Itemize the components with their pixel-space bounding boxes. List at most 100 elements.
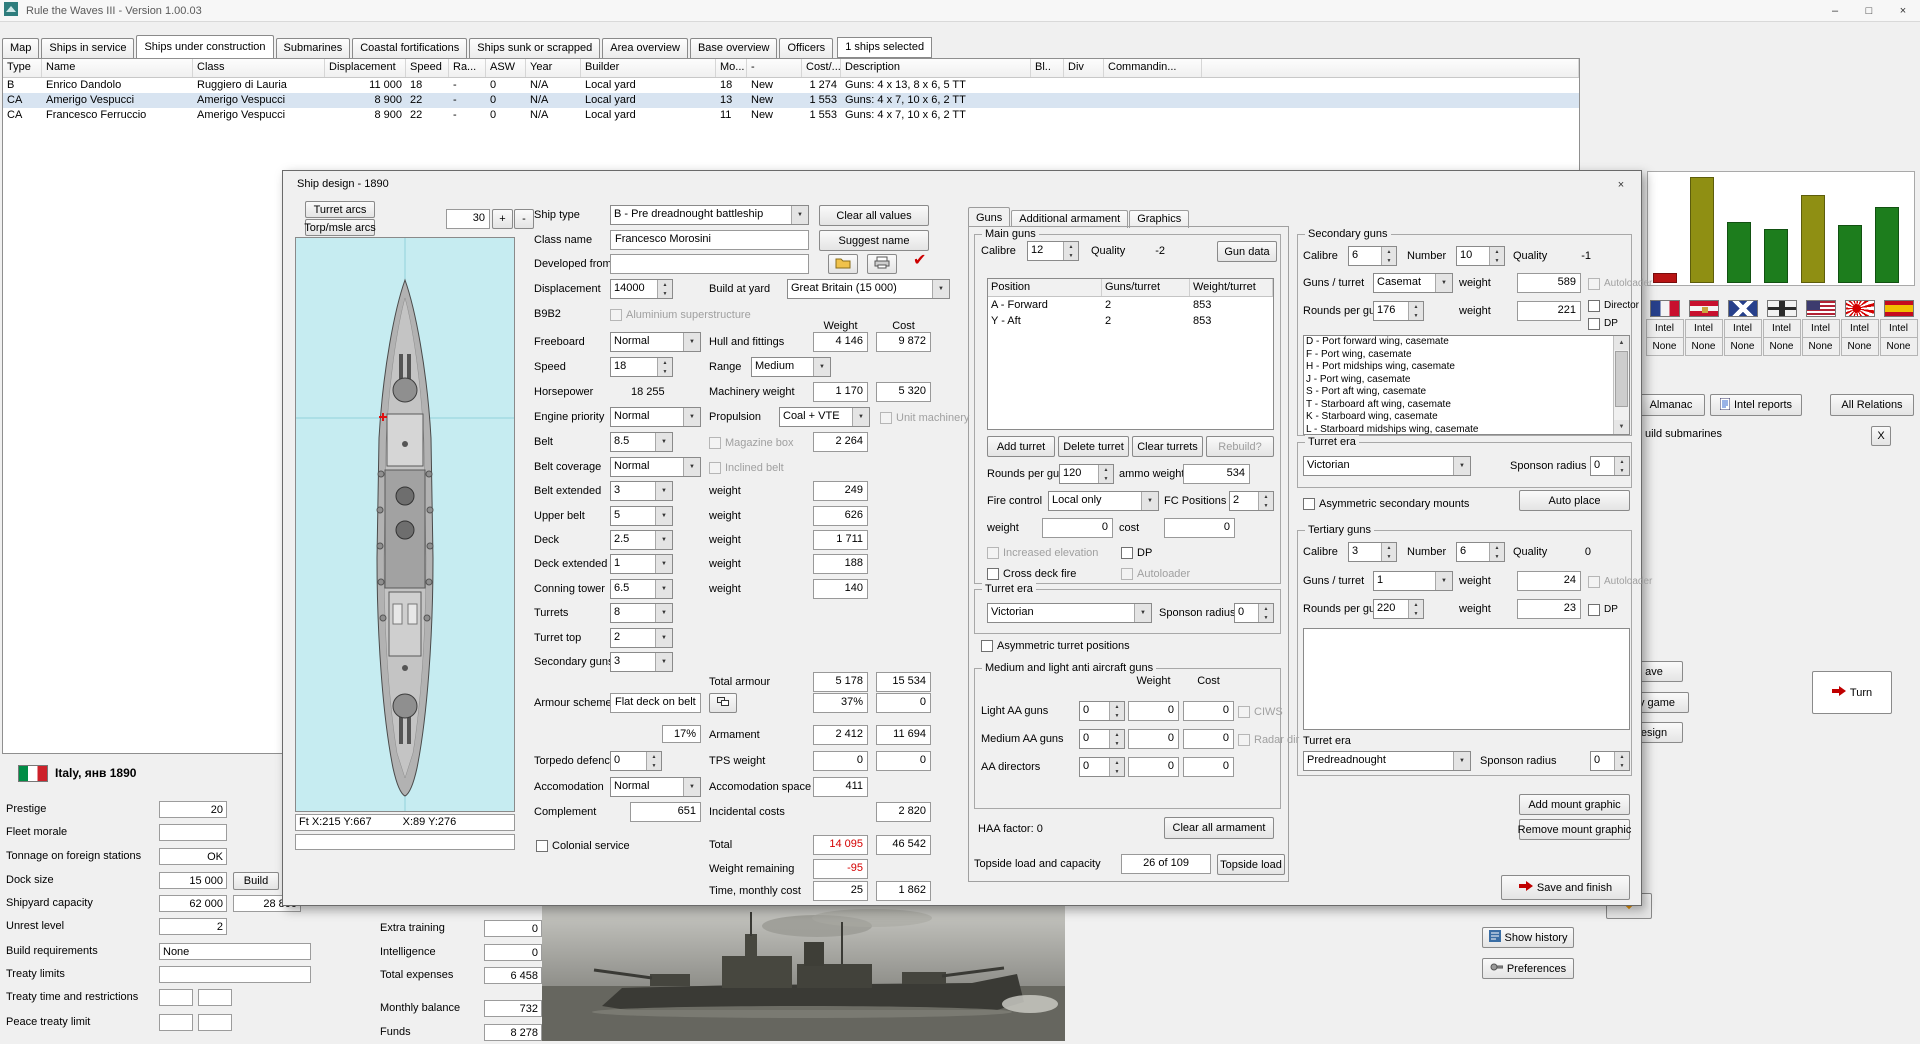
chevron-down-icon[interactable]: ▼: [655, 580, 672, 598]
intel-cell[interactable]: Intel: [1646, 319, 1684, 338]
mount-position-item[interactable]: F - Port wing, casemate: [1304, 349, 1629, 362]
deck-select[interactable]: 2.5▼: [610, 530, 673, 550]
speed-spinner[interactable]: 18▲▼: [610, 357, 673, 377]
turrets-select[interactable]: 8▼: [610, 603, 673, 623]
tab-guns[interactable]: Guns: [968, 207, 1010, 228]
engine-priority-select[interactable]: Normal▼: [610, 407, 701, 427]
chevron-down-icon[interactable]: ▼: [1453, 457, 1470, 475]
chevron-down-icon[interactable]: ▼: [655, 433, 672, 451]
spinner-arrows-icon[interactable]: ▲▼: [1109, 758, 1124, 776]
minimize-button[interactable]: –: [1818, 0, 1852, 22]
chevron-down-icon[interactable]: ▼: [1134, 604, 1151, 622]
turret-row[interactable]: Y - Aft 2 853: [988, 313, 1273, 329]
armour-scheme-picker-button[interactable]: [709, 693, 737, 713]
turret-col-weight[interactable]: Weight/turret: [1190, 279, 1273, 296]
upper-belt-select[interactable]: 5▼: [610, 506, 673, 526]
intel-cell[interactable]: Intel: [1841, 319, 1879, 338]
ship-row[interactable]: BEnrico DandoloRuggiero di Lauria11 0001…: [3, 78, 1579, 93]
chevron-down-icon[interactable]: ▼: [1453, 752, 1470, 770]
column-header[interactable]: Year: [526, 59, 581, 77]
aa-directors-spinner[interactable]: 0▲▼: [1079, 757, 1125, 777]
spinner-arrows-icon[interactable]: ▲▼: [1489, 247, 1504, 265]
mount-position-item[interactable]: J - Port wing, casemate: [1304, 374, 1629, 387]
mount-position-item[interactable]: T - Starboard aft wing, casemate: [1304, 399, 1629, 412]
chevron-down-icon[interactable]: ▼: [1435, 274, 1452, 292]
column-header[interactable]: Commandin...: [1104, 59, 1202, 77]
main-calibre-spinner[interactable]: 12▲▼: [1027, 241, 1079, 261]
close-button[interactable]: ×: [1886, 0, 1920, 22]
class-name-input[interactable]: Francesco Morosini: [610, 230, 809, 250]
turret-row[interactable]: A - Forward 2 853: [988, 297, 1273, 313]
mount-position-item[interactable]: D - Port forward wing, casemate: [1304, 336, 1629, 349]
remove-mount-graphic-button[interactable]: Remove mount graphic: [1519, 819, 1630, 840]
turn-button[interactable]: Turn: [1812, 671, 1892, 714]
sec-guns-turret-select[interactable]: Casemat▼: [1373, 273, 1453, 293]
save-and-finish-button[interactable]: Save and finish: [1501, 875, 1630, 900]
dialog-close-icon[interactable]: ×: [1611, 177, 1631, 195]
sec-sponson-spinner[interactable]: 0▲▼: [1590, 456, 1630, 476]
tertiary-turret-era-select[interactable]: Predreadnought▼: [1303, 751, 1471, 771]
open-folder-button[interactable]: [828, 254, 858, 274]
tab-base-overview[interactable]: Base overview: [690, 38, 778, 58]
ter-calibre-spinner[interactable]: 3▲▼: [1348, 542, 1397, 562]
mount-position-item[interactable]: L - Starboard midships wing, casemate: [1304, 424, 1629, 436]
intel-cell[interactable]: Intel: [1724, 319, 1762, 338]
sec-number-spinner[interactable]: 10▲▼: [1456, 246, 1505, 266]
column-header[interactable]: Div: [1064, 59, 1104, 77]
zoom-out-button[interactable]: -: [514, 209, 534, 229]
secondary-positions-listbox[interactable]: D - Port forward wing, casemateF - Port …: [1303, 335, 1630, 435]
mount-position-item[interactable]: H - Port midships wing, casemate: [1304, 361, 1629, 374]
tab-ships-under-construction[interactable]: Ships under construction: [136, 35, 273, 58]
range-select[interactable]: Medium▼: [751, 357, 831, 377]
scrollbar-thumb[interactable]: [1615, 351, 1628, 407]
spinner-arrows-icon[interactable]: ▲▼: [1258, 604, 1273, 622]
tab-submarines[interactable]: Submarines: [276, 38, 351, 58]
chevron-down-icon[interactable]: ▼: [683, 778, 700, 796]
intel-reports-button[interactable]: Intel reports: [1710, 394, 1802, 416]
column-header[interactable]: Builder: [581, 59, 716, 77]
intel-cell[interactable]: Intel: [1880, 319, 1918, 338]
freeboard-select[interactable]: Normal▼: [610, 332, 701, 352]
auto-place-button[interactable]: Auto place: [1519, 490, 1630, 511]
deck-extended-select[interactable]: 1▼: [610, 554, 673, 574]
light-aa-spinner[interactable]: 0▲▼: [1079, 701, 1125, 721]
rebuild-button[interactable]: Rebuild?: [1206, 436, 1274, 457]
column-header[interactable]: Bl..: [1031, 59, 1064, 77]
spinner-arrows-icon[interactable]: ▲▼: [646, 752, 661, 770]
ter-guns-turret-select[interactable]: 1▼: [1373, 571, 1453, 591]
propulsion-select[interactable]: Coal + VTE▼: [779, 407, 870, 427]
tab-ships-sunk[interactable]: Ships sunk or scrapped: [469, 38, 600, 58]
tab-coastal-fortifications[interactable]: Coastal fortifications: [352, 38, 467, 58]
asymmetric-secondary-checkbox[interactable]: Asymmetric secondary mounts: [1303, 497, 1469, 511]
unit-machinery-checkbox[interactable]: Unit machinery: [880, 411, 969, 425]
spinner-arrows-icon[interactable]: ▲▼: [1408, 302, 1423, 320]
chevron-down-icon[interactable]: ▼: [683, 333, 700, 351]
medium-aa-spinner[interactable]: 0▲▼: [1079, 729, 1125, 749]
tertiary-positions-listbox[interactable]: [1303, 628, 1630, 730]
sec-rounds-spinner[interactable]: 176▲▼: [1373, 301, 1424, 321]
intel-cell[interactable]: Intel: [1763, 319, 1801, 338]
turret-top-select[interactable]: 2▼: [610, 628, 673, 648]
ter-number-spinner[interactable]: 6▲▼: [1456, 542, 1505, 562]
clear-all-values-button[interactable]: Clear all values: [819, 205, 929, 226]
chevron-down-icon[interactable]: ▼: [655, 653, 672, 671]
sec-autoloader-checkbox[interactable]: Autoloader: [1588, 277, 1652, 291]
column-header[interactable]: Speed: [406, 59, 449, 77]
spinner-arrows-icon[interactable]: ▲▼: [1098, 465, 1113, 483]
main-sponson-spinner[interactable]: 0▲▼: [1234, 603, 1274, 623]
ter-dp-checkbox[interactable]: DP: [1588, 603, 1618, 617]
inclined-belt-checkbox[interactable]: Inclined belt: [709, 461, 784, 475]
scroll-down-icon[interactable]: ▼: [1614, 420, 1629, 434]
main-dp-checkbox[interactable]: DP: [1121, 546, 1152, 560]
chevron-down-icon[interactable]: ▼: [655, 531, 672, 549]
mount-position-item[interactable]: S - Port aft wing, casemate: [1304, 386, 1629, 399]
ter-sponson-spinner[interactable]: 0▲▼: [1590, 751, 1630, 771]
secondary-guns-count-select[interactable]: 3▼: [610, 652, 673, 672]
sec-calibre-spinner[interactable]: 6▲▼: [1348, 246, 1397, 266]
delete-turret-button[interactable]: Delete turret: [1058, 436, 1129, 457]
spinner-arrows-icon[interactable]: ▲▼: [1109, 702, 1124, 720]
chevron-down-icon[interactable]: ▼: [655, 604, 672, 622]
all-relations-button[interactable]: All Relations: [1830, 394, 1914, 416]
add-turret-button[interactable]: Add turret: [987, 436, 1055, 457]
spinner-arrows-icon[interactable]: ▲▼: [1489, 543, 1504, 561]
